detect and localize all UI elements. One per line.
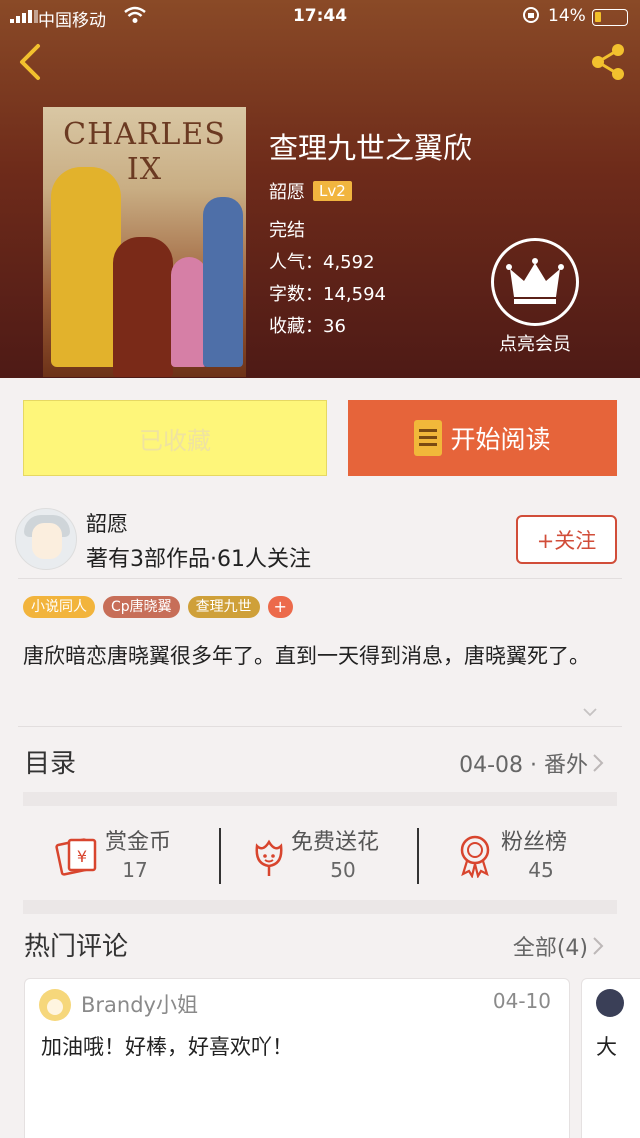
book-author-row: 韶愿 Lv2	[269, 178, 352, 204]
stat-label: 免费送花	[291, 830, 380, 855]
book-status: 完结	[269, 220, 305, 241]
author-stats: 著有3部作品·61人关注	[86, 547, 311, 572]
section-separator	[23, 792, 617, 806]
divider	[417, 828, 419, 884]
stat-value: 17	[122, 858, 148, 882]
crown-icon	[491, 238, 579, 326]
toc-latest-chapter: 04-08 · 番外	[459, 753, 588, 778]
flower-icon	[245, 832, 293, 878]
chevron-right-icon	[593, 754, 604, 772]
vip-button[interactable]: 点亮会员	[490, 238, 580, 356]
battery-icon	[592, 9, 628, 26]
share-icon[interactable]	[586, 40, 630, 84]
comment-card[interactable]: 大	[581, 978, 640, 1138]
table-of-contents-row[interactable]: 目录 04-08 · 番外	[24, 741, 604, 781]
comment-user[interactable]: Brandy小姐	[81, 989, 198, 1019]
book-author[interactable]: 韶愿	[269, 178, 305, 204]
divider	[18, 578, 622, 579]
book-info: 查理九世之翼欣	[269, 130, 472, 166]
send-flower-button[interactable]: 免费送花 50	[245, 816, 415, 892]
stat-value: 50	[330, 858, 356, 882]
comment-date: 04-10	[492, 989, 551, 1013]
vip-label: 点亮会员	[499, 334, 571, 355]
book-title: 查理九世之翼欣	[269, 131, 473, 165]
level-badge: Lv2	[313, 181, 352, 201]
hot-comments-header: 热门评论 全部(4)	[24, 922, 604, 966]
author-avatar[interactable]	[15, 508, 77, 570]
fan-ranking-button[interactable]: 粉丝榜 45	[453, 816, 623, 892]
book-popularity: 人气：4,592	[269, 252, 375, 273]
tag-item[interactable]: Cp唐晓翼	[103, 596, 180, 618]
hot-comments-title: 热门评论	[24, 932, 129, 962]
follow-button[interactable]: +关注	[516, 515, 617, 564]
book-word-count: 字数：14,594	[269, 284, 386, 305]
start-reading-label: 开始阅读	[450, 425, 551, 454]
book-collections: 收藏：36	[269, 316, 346, 337]
start-reading-button[interactable]: 开始阅读	[348, 400, 617, 476]
rotation-lock-icon	[522, 6, 540, 29]
stat-label: 粉丝榜	[501, 830, 568, 855]
book-header: 中国移动 17:44 14% CHARLES IX 查理九世之翼欣 韶愿 Lv2…	[0, 0, 640, 378]
avatar[interactable]	[39, 989, 71, 1021]
clock-time: 17:44	[292, 6, 348, 26]
comment-text: 加油哦！好棒，好喜欢吖！	[41, 1035, 293, 1059]
battery-percent: 14%	[548, 6, 586, 26]
tag-item[interactable]: 查理九世	[187, 596, 260, 618]
divider	[219, 828, 221, 884]
chevron-down-icon[interactable]	[582, 704, 598, 720]
stat-value: 45	[528, 858, 554, 882]
tag-list: 小说同人 Cp唐晓翼 查理九世 +	[23, 596, 293, 618]
medal-icon	[453, 832, 501, 879]
status-bar: 中国移动 17:44 14%	[0, 0, 640, 34]
toc-label: 目录	[24, 749, 77, 779]
back-icon[interactable]	[14, 42, 50, 82]
coin-reward-button[interactable]: ¥ 赏金币 17	[53, 816, 223, 892]
comment-card[interactable]: Brandy小姐 04-10 加油哦！好棒，好喜欢吖！	[24, 978, 570, 1138]
book-cover: CHARLES IX	[43, 107, 246, 377]
svg-text:¥: ¥	[77, 847, 87, 866]
chevron-right-icon	[593, 937, 604, 955]
favorited-label: 已收藏	[139, 426, 211, 455]
author-name[interactable]: 韶愿	[86, 508, 128, 538]
divider	[18, 726, 622, 727]
avatar[interactable]	[596, 989, 624, 1017]
comment-text: 大	[596, 1035, 617, 1059]
book-icon	[414, 420, 443, 456]
red-envelope-icon: ¥	[53, 832, 101, 878]
section-separator	[23, 900, 617, 914]
tag-item[interactable]: 小说同人	[23, 596, 95, 618]
all-comments-link[interactable]: 全部(4)	[513, 930, 588, 962]
follow-label: +关注	[536, 528, 597, 553]
favorited-button[interactable]: 已收藏	[23, 400, 327, 476]
book-summary: 唐欣暗恋唐晓翼很多年了。直到一天得到消息，唐晓翼死了。	[23, 644, 590, 668]
add-tag-button[interactable]: +	[267, 596, 293, 618]
stat-label: 赏金币	[105, 830, 172, 855]
reward-stats: ¥ 赏金币 17 免费送花 50 粉丝榜 45	[23, 808, 617, 900]
